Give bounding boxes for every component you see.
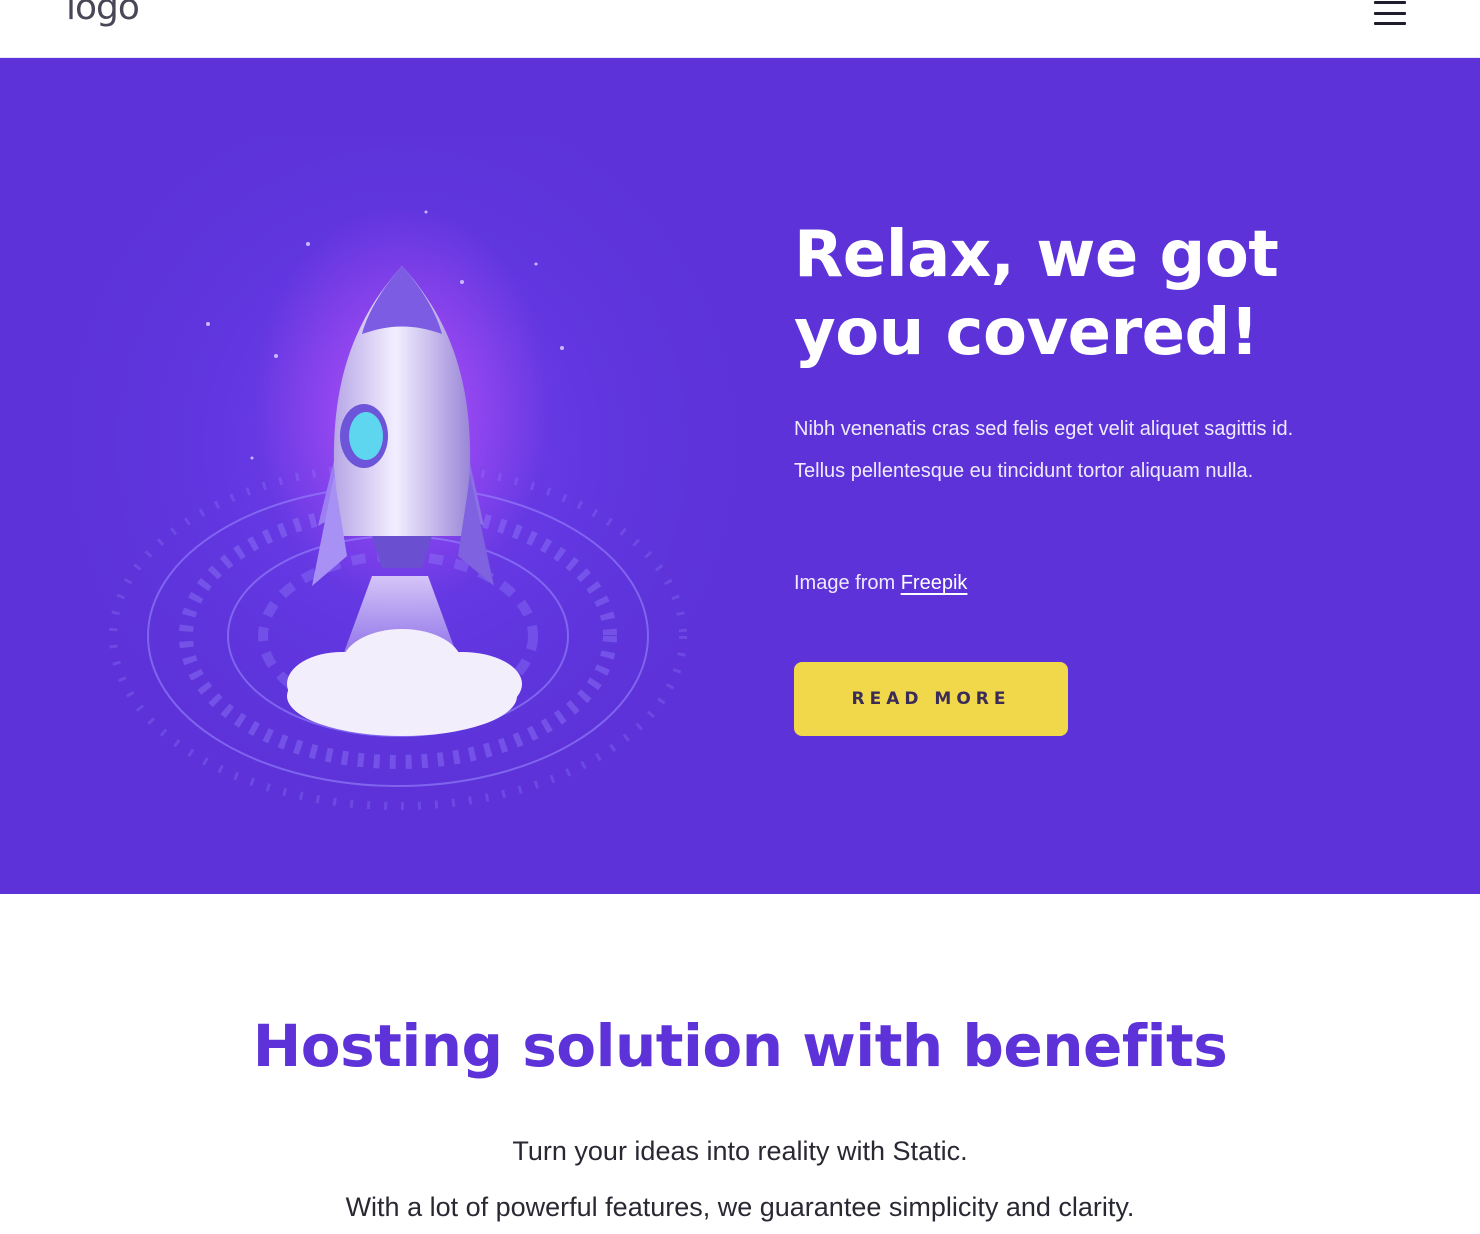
read-more-button[interactable]: READ MORE	[794, 662, 1068, 736]
benefits-line-2: With a lot of powerful features, we guar…	[345, 1192, 1135, 1222]
logo[interactable]: logo	[66, 0, 140, 30]
image-credit-prefix: Image from	[794, 572, 901, 594]
benefits-line-1: Turn your ideas into reality with Static…	[512, 1136, 968, 1166]
hero-description: Nibh venenatis cras sed felis eget velit…	[794, 418, 1294, 482]
rocket-illustration	[72, 136, 732, 822]
site-header: logo	[0, 0, 1480, 58]
hamburger-menu-icon[interactable]	[1372, 0, 1408, 26]
hero-title: Relax, we got you covered!	[794, 218, 1279, 370]
image-credit: Image from Freepik	[794, 572, 967, 595]
hero-section: Relax, we got you covered! Nibh venenati…	[0, 58, 1480, 894]
benefits-title: Hosting solution with benefits	[252, 1012, 1228, 1080]
freepik-link[interactable]: Freepik	[901, 572, 968, 594]
